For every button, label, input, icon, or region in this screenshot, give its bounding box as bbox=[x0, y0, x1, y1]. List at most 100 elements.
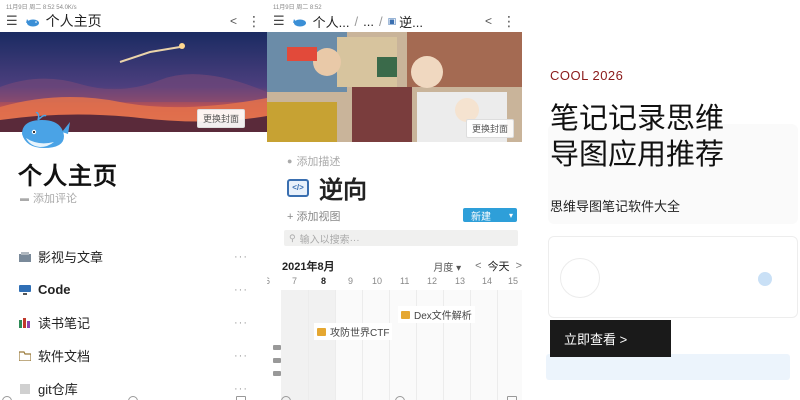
code-page-icon: </> bbox=[287, 178, 309, 197]
change-cover-button[interactable]: 更换封面 bbox=[465, 119, 514, 138]
subpage-item[interactable]: 影视与文章 ··· bbox=[18, 240, 248, 273]
search-input[interactable]: ⚲ 输入以搜索··· bbox=[284, 230, 518, 246]
add-comment-label: 添加评论 bbox=[33, 193, 77, 205]
search-placeholder: 输入以搜索··· bbox=[299, 234, 360, 246]
books-icon bbox=[18, 317, 32, 328]
info-icon: ● bbox=[287, 156, 293, 166]
calendar-day: 9 bbox=[348, 276, 354, 286]
calendar-event[interactable]: Dex文件解析 bbox=[398, 306, 475, 323]
phone-screen-reverse-page: 11月9日 周二 8:52 ☰ 个人... / ... / ▣ 逆... < ⋮ bbox=[267, 0, 522, 400]
cover-image: 更换封面 bbox=[267, 32, 522, 142]
bottom-nav-search-icon[interactable] bbox=[2, 396, 12, 400]
prev-month-icon[interactable]: < bbox=[475, 260, 481, 272]
page-whale-icon bbox=[18, 111, 70, 157]
folder-icon bbox=[18, 350, 32, 361]
calendar-mode-select[interactable]: 月度 ▾ bbox=[433, 259, 461, 274]
top-nav: ☰ 个人... / ... / ▣ 逆... < ⋮ bbox=[267, 10, 522, 32]
more-vertical-icon[interactable]: ⋮ bbox=[247, 13, 261, 30]
search-icon: ⚲ bbox=[289, 232, 296, 243]
change-cover-button[interactable]: 更换封面 bbox=[196, 109, 245, 128]
promo-subline: 思维导图笔记软件大全 bbox=[550, 199, 681, 214]
add-view-button[interactable]: + 添加视图 bbox=[287, 208, 340, 224]
calendar-event-label: Dex文件解析 bbox=[414, 311, 472, 322]
bottom-nav-edit-icon[interactable] bbox=[507, 396, 517, 400]
subpage-label: 软件文档 bbox=[38, 349, 91, 364]
chevron-down-icon[interactable]: ▾ bbox=[509, 211, 513, 220]
more-icon[interactable]: ··· bbox=[234, 284, 248, 296]
page-title: 个人主页 bbox=[18, 163, 118, 190]
comment-icon: ▬ bbox=[20, 193, 29, 203]
folder-icon bbox=[317, 327, 326, 336]
calendar-event[interactable]: 攻防世界CTF bbox=[314, 323, 393, 340]
calendar-day: 15 bbox=[508, 276, 519, 286]
row-marker-icon bbox=[273, 371, 281, 376]
subpage-item[interactable]: 软件文档 ··· bbox=[18, 339, 248, 372]
film-icon bbox=[18, 251, 32, 262]
more-icon[interactable]: ··· bbox=[234, 317, 248, 329]
more-icon[interactable]: ··· bbox=[234, 383, 248, 395]
subpage-label: git仓库 bbox=[38, 382, 78, 397]
subpage-item[interactable]: 读书笔记 ··· bbox=[18, 306, 248, 339]
calendar-mode-label: 月度 bbox=[433, 262, 454, 274]
breadcrumb-item[interactable]: ... bbox=[363, 14, 374, 29]
more-vertical-icon[interactable]: ⋮ bbox=[502, 13, 516, 30]
calendar-month: 2021年8月 bbox=[282, 261, 335, 273]
subpage-list: 影视与文章 ··· Code ··· 读书笔记 ··· 软件文档 ··· git… bbox=[18, 240, 248, 400]
promo-headline-line: 导图应用推荐 bbox=[550, 139, 725, 171]
more-icon[interactable]: ··· bbox=[234, 251, 248, 263]
subpage-label: Code bbox=[38, 282, 71, 297]
repo-icon bbox=[18, 383, 32, 394]
background-mock-button bbox=[546, 354, 790, 380]
bottom-nav-home-icon[interactable] bbox=[395, 396, 405, 400]
add-comment[interactable]: ▬ 添加评论 bbox=[20, 190, 77, 206]
calendar-day: 12 bbox=[427, 276, 438, 286]
breadcrumb-separator: / bbox=[354, 13, 359, 29]
row-marker-icon bbox=[273, 358, 281, 363]
share-icon[interactable]: < bbox=[485, 14, 492, 28]
view-now-button[interactable]: 立即查看 > bbox=[550, 320, 671, 357]
monitor-icon bbox=[18, 284, 32, 295]
new-button-label: 新建 bbox=[471, 211, 491, 223]
new-button[interactable]: 新建 ▾ bbox=[463, 208, 517, 223]
bottom-nav-home-icon[interactable] bbox=[128, 396, 138, 400]
add-description[interactable]: ● 添加描述 bbox=[287, 153, 340, 169]
background-illustration bbox=[560, 258, 600, 298]
phone-screen-personal-home: 11月9日 周二 8:52 54.0K/s ☰ 个人主页 < ⋮ 更换封面 个人… bbox=[0, 0, 267, 400]
calendar-day: 13 bbox=[455, 276, 466, 286]
calendar-day: 11 bbox=[400, 276, 410, 286]
calendar-day-row: 6 7 8 9 10 11 12 13 14 15 bbox=[267, 276, 522, 288]
nav-title: 个人主页 bbox=[45, 13, 102, 29]
row-marker-icon bbox=[273, 345, 281, 350]
next-month-icon[interactable]: > bbox=[516, 260, 522, 272]
whale-icon bbox=[25, 16, 40, 27]
bottom-nav-search-icon[interactable] bbox=[281, 396, 291, 400]
page-title: 逆向 bbox=[319, 177, 367, 204]
check-icon bbox=[758, 272, 772, 286]
breadcrumb-item[interactable]: 逆... bbox=[399, 12, 423, 31]
promo-tag: COOL 2026 bbox=[550, 68, 624, 83]
calendar-day: 6 bbox=[267, 276, 271, 286]
code-page-icon: ▣ bbox=[387, 15, 397, 26]
calendar-day: 10 bbox=[372, 276, 383, 286]
promo-headline: 笔记记录思维 导图应用推荐 bbox=[550, 101, 790, 173]
subpage-label: 影视与文章 bbox=[38, 250, 104, 265]
add-description-label: 添加描述 bbox=[296, 156, 341, 168]
breadcrumb-item[interactable]: 个人... bbox=[313, 12, 350, 31]
share-icon[interactable]: < bbox=[230, 14, 237, 28]
promo-panel: COOL 2026 笔记记录思维 导图应用推荐 思维导图笔记软件大全 立即查看 … bbox=[530, 0, 800, 400]
status-bar: 11月9日 周二 8:52 bbox=[273, 5, 322, 10]
more-icon[interactable]: ··· bbox=[234, 350, 248, 362]
subpage-label: 读书笔记 bbox=[38, 316, 91, 331]
subpage-item[interactable]: Code ··· bbox=[18, 273, 248, 306]
page-title-row: </> 逆向 bbox=[287, 170, 367, 205]
today-button[interactable]: 今天 bbox=[488, 258, 510, 274]
calendar-day: 7 bbox=[292, 276, 298, 286]
status-bar: 11月9日 周二 8:52 54.0K/s bbox=[6, 5, 77, 10]
calendar-event-label: 攻防世界CTF bbox=[330, 328, 390, 339]
calendar-day: 8 bbox=[321, 276, 327, 286]
breadcrumb-separator: / bbox=[378, 13, 383, 29]
whale-icon bbox=[292, 16, 307, 27]
menu-icon[interactable]: ☰ bbox=[6, 13, 18, 29]
bottom-nav-edit-icon[interactable] bbox=[236, 396, 246, 400]
menu-icon[interactable]: ☰ bbox=[273, 13, 285, 29]
